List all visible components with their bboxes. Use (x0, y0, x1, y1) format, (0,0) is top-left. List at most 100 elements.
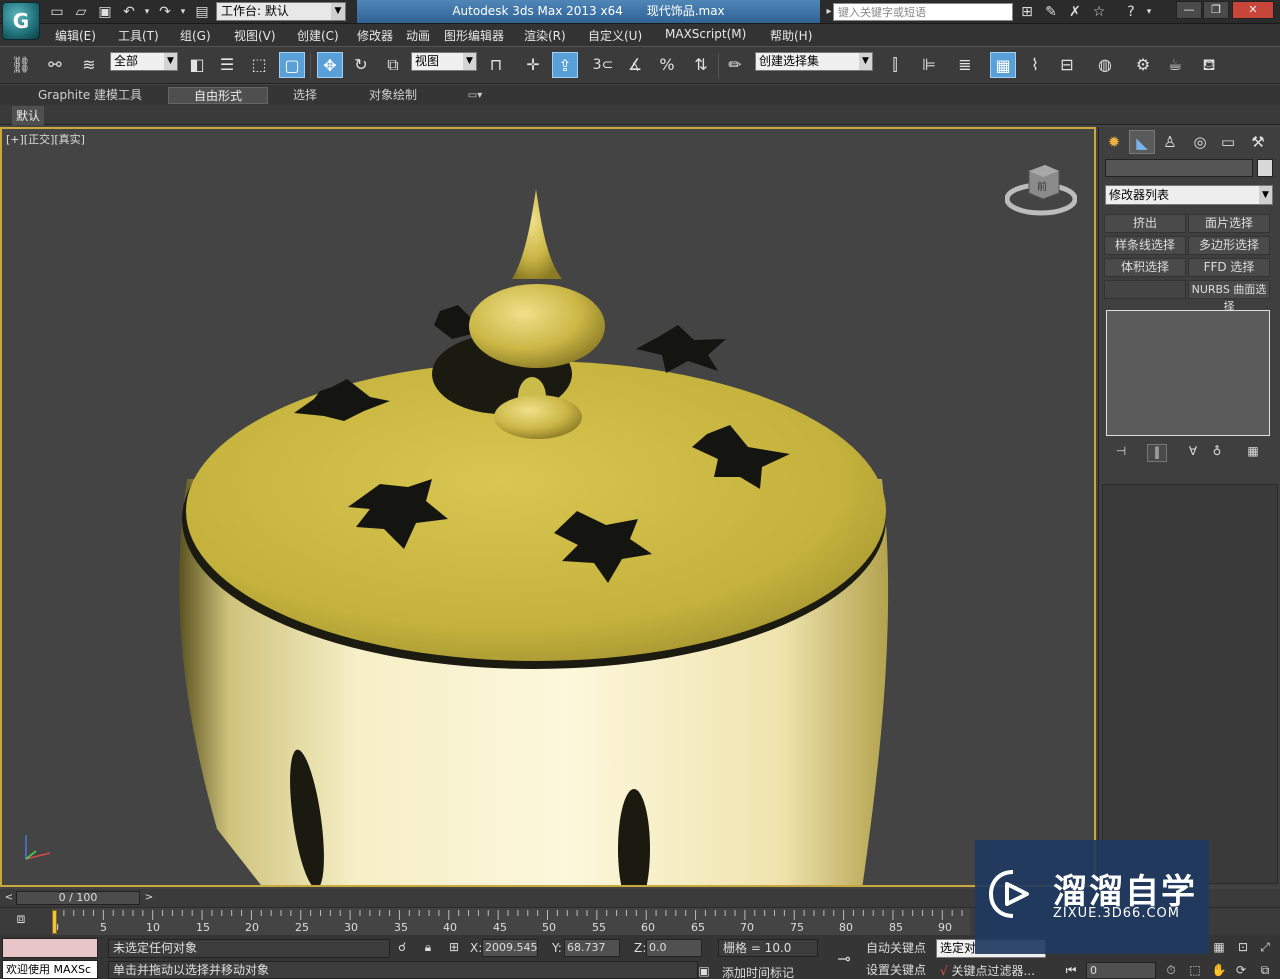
ffd-select-button[interactable]: FFD 选择 (1188, 258, 1270, 277)
time-configuration-icon[interactable]: ⏱ (1162, 963, 1180, 979)
search-input[interactable]: 键入关键字或短语 (833, 3, 1013, 21)
add-time-tag-button[interactable]: 添加时间标记 (722, 964, 794, 979)
perspective-viewport[interactable]: [+][正交][真实] 前 (0, 127, 1096, 887)
make-unique-icon[interactable]: ∀ (1183, 444, 1203, 462)
modifier-stack[interactable] (1106, 310, 1270, 436)
field-of-view-icon[interactable]: ⊡ (1234, 940, 1252, 956)
zoom-extents-all-icon[interactable]: ▦ (1210, 940, 1228, 956)
redo-dropdown-icon[interactable]: ▾ (174, 3, 192, 21)
new-file-icon[interactable]: ▭ (48, 3, 66, 21)
tab-graphite-modeling[interactable]: Graphite 建模工具 (30, 87, 150, 104)
time-tag-icon[interactable]: ▣ (696, 964, 712, 979)
percent-snap-icon[interactable]: % (654, 52, 680, 78)
angle-snap-icon[interactable]: ∡ (622, 52, 648, 78)
tab-selection[interactable]: 选择 (282, 87, 328, 104)
modifier-list-select[interactable]: 修改器列表 ▼ (1105, 185, 1273, 205)
workspace-select[interactable]: 工作台: 默认 ▼ (216, 2, 346, 21)
key-icon[interactable]: ⊸ (832, 949, 856, 968)
open-file-icon[interactable]: ▱ (72, 3, 90, 21)
remove-modifier-icon[interactable]: ♁ (1207, 444, 1227, 462)
menu-help[interactable]: 帮助(H) (770, 27, 812, 44)
show-end-result-icon[interactable]: ‖ (1147, 444, 1167, 462)
subscription-icon[interactable]: ✎ (1042, 3, 1060, 21)
help-icon[interactable]: ? (1122, 3, 1140, 21)
zoom-all-icon[interactable]: ⤢ (1256, 940, 1274, 956)
current-frame-marker[interactable] (52, 910, 57, 934)
restore-button[interactable]: ❐ (1203, 1, 1229, 19)
bind-to-space-warp-icon[interactable]: ≋ (76, 52, 102, 78)
edit-named-selection-icon[interactable]: ✏ (722, 52, 748, 78)
poly-select-button[interactable]: 多边形选择 (1188, 236, 1270, 255)
selection-filter-select[interactable]: 全部 ▼ (110, 52, 178, 71)
time-slider-thumb[interactable]: 0 / 100 (16, 891, 140, 905)
select-and-link-icon[interactable]: ⛓ (8, 52, 34, 78)
spline-select-button[interactable]: 样条线选择 (1104, 236, 1186, 255)
configure-modifier-sets-icon[interactable]: ▦ (1243, 444, 1263, 462)
app-logo-icon[interactable]: G (2, 2, 40, 40)
render-setup-icon[interactable]: ⚙ (1130, 52, 1156, 78)
maxscript-listener-input[interactable] (2, 938, 98, 958)
select-by-name-icon[interactable]: ☰ (214, 52, 240, 78)
maxscript-mini-listener[interactable]: 欢迎使用 MAXSc (2, 960, 98, 979)
go-to-start-icon[interactable]: ⏮ (1062, 963, 1080, 979)
keyboard-shortcut-override-icon[interactable]: ⇪ (552, 52, 578, 78)
menu-modifiers[interactable]: 修改器 (357, 27, 393, 44)
close-button[interactable]: ✕ (1232, 1, 1274, 19)
isolate-selection-icon[interactable]: ☌ (394, 940, 410, 956)
select-and-rotate-icon[interactable]: ↻ (348, 52, 374, 78)
menu-edit[interactable]: 编辑(E) (55, 27, 96, 44)
save-file-icon[interactable]: ▣ (96, 3, 114, 21)
reference-coordinate-select[interactable]: 视图 ▼ (411, 52, 477, 71)
select-object-icon[interactable]: ◧ (184, 52, 210, 78)
ribbon-options-icon[interactable]: ▭▾ (460, 87, 490, 104)
menu-graph-editors[interactable]: 图形编辑器 (444, 27, 504, 44)
select-and-scale-icon[interactable]: ⧉ (380, 52, 406, 78)
time-prev-icon[interactable]: < (2, 891, 16, 905)
render-production-icon[interactable]: ⛾ (1196, 52, 1222, 78)
pin-stack-icon[interactable]: ⊣ (1111, 444, 1131, 462)
redo-icon[interactable]: ↷ (156, 3, 174, 21)
orbit-icon[interactable]: ⟳ (1232, 963, 1250, 979)
binoculars-icon[interactable]: ⊞ (1018, 3, 1036, 21)
select-and-move-icon[interactable]: ✥ (317, 52, 343, 78)
menu-group[interactable]: 组(G) (180, 27, 211, 44)
y-coordinate-field[interactable]: 68.737 (564, 939, 620, 957)
z-coordinate-field[interactable]: 0.0 (646, 939, 702, 957)
window-crossing-icon[interactable]: ▢ (279, 52, 305, 78)
rendered-frame-window-icon[interactable]: ☕ (1162, 52, 1188, 78)
viewcube[interactable]: 前 (1004, 159, 1078, 219)
align-icon[interactable]: ⊫ (916, 52, 942, 78)
unlink-selection-icon[interactable]: ⚯ (42, 52, 68, 78)
help-dropdown-icon[interactable]: ▾ (1140, 3, 1158, 21)
set-key-button[interactable]: 设置关键点 (866, 961, 932, 979)
curve-editor-icon[interactable]: ⌇ (1022, 52, 1048, 78)
empty-modifier-button[interactable] (1104, 280, 1186, 299)
selection-lock-icon[interactable]: 🔒︎ (420, 940, 436, 956)
named-selection-select[interactable]: 创建选择集 ▼ (755, 52, 873, 71)
zoom-region-icon[interactable]: ⬚ (1186, 963, 1204, 979)
tab-object-paint[interactable]: 对象绘制 (360, 87, 426, 104)
menu-create[interactable]: 创建(C) (297, 27, 339, 44)
minimize-button[interactable]: — (1176, 1, 1202, 19)
rectangular-selection-icon[interactable]: ⬚ (246, 52, 272, 78)
menu-tools[interactable]: 工具(T) (118, 27, 159, 44)
undo-icon[interactable]: ↶ (120, 3, 138, 21)
patch-select-button[interactable]: 面片选择 (1188, 214, 1270, 233)
hierarchy-panel-icon[interactable]: ♙ (1157, 130, 1183, 154)
current-frame-field[interactable]: 0 (1086, 962, 1156, 979)
menu-rendering[interactable]: 渲染(R) (524, 27, 566, 44)
communication-icon[interactable]: ✗ (1066, 3, 1084, 21)
menu-customize[interactable]: 自定义(U) (588, 27, 642, 44)
pan-view-icon[interactable]: ✋ (1210, 963, 1228, 979)
ribbon-panel-label[interactable]: 默认 (12, 106, 45, 125)
open-mini-curve-editor-icon[interactable]: ⧈ (10, 911, 32, 933)
menu-maxscript[interactable]: MAXScript(M) (665, 27, 746, 41)
modify-panel-icon[interactable]: ◣ (1129, 130, 1155, 154)
snaps-toggle-icon[interactable]: 3⊂ (590, 52, 616, 78)
key-filters-button[interactable]: √ 关键点过滤器... (940, 962, 1035, 979)
auto-key-button[interactable]: 自动关键点 (866, 939, 932, 957)
menu-views[interactable]: 视图(V) (234, 27, 276, 44)
display-panel-icon[interactable]: ▭ (1215, 130, 1241, 154)
object-color-swatch[interactable] (1257, 159, 1273, 177)
maximize-viewport-icon[interactable]: ⧉ (1256, 963, 1274, 979)
